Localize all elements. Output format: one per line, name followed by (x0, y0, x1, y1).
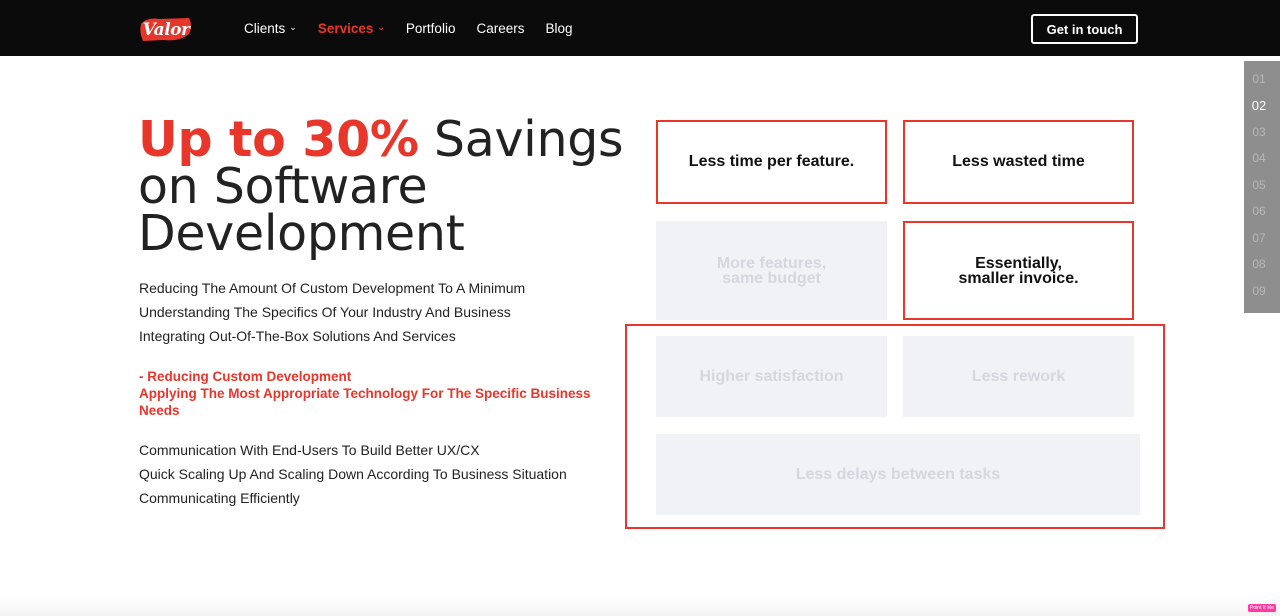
feature-card-less-rework: Less rework (903, 336, 1134, 417)
benefit-list-1: Reducing The Amount Of Custom Developmen… (139, 280, 525, 352)
pager-item-08[interactable]: 08 (1244, 257, 1274, 271)
feature-card-label: smaller invoice. (958, 269, 1079, 287)
feature-card-less-wasted-time: Less wasted time (903, 120, 1134, 204)
feature-card-label: More features, (716, 254, 827, 272)
feature-card-label: Less wasted time (952, 153, 1085, 170)
logo-text: Valor (142, 19, 190, 40)
list-item: Communication With End-Users To Build Be… (139, 442, 480, 458)
feature-card-label: Less rework (971, 367, 1066, 385)
nav-careers[interactable]: Careers (476, 21, 524, 36)
list-item: Reducing The Amount Of Custom Developmen… (139, 280, 526, 296)
highlighted-benefit-text: Applying The Most Appropriate Technology… (139, 386, 591, 418)
list-item: Quick Scaling Up And Scaling Down Accord… (139, 466, 567, 482)
get-in-touch-button[interactable]: Get in touch (1031, 14, 1138, 44)
feature-card-label: Essentially, (975, 254, 1062, 272)
valor-logo[interactable]: Valor (139, 16, 193, 43)
list-item: Communicating Efficiently (139, 490, 300, 506)
feature-card-higher-satisfaction: Higher satisfaction (656, 336, 887, 417)
benefit-list-2: Communication With End-Users To Build Be… (139, 442, 567, 514)
nav-portfolio-label: Portfolio (405, 21, 456, 36)
nav-services-label: Services (317, 21, 374, 36)
feature-card-smaller-invoice: Essentially, smaller invoice. (903, 221, 1134, 320)
list-item: Integrating Out-Of-The-Box Solutions And… (139, 328, 456, 344)
top-navigation-bar: Valor Clients ⌄ Services ⌄ Portfolio Car… (0, 0, 1280, 56)
main-nav: Clients ⌄ Services ⌄ Portfolio Careers B… (244, 21, 594, 36)
pager-item-06[interactable]: 06 (1244, 204, 1274, 218)
nav-blog-label: Blog (545, 21, 573, 36)
list-item: Understanding The Specifics Of Your Indu… (139, 304, 511, 320)
pager-item-05[interactable]: 05 (1244, 178, 1274, 192)
headline-part-3: Development (138, 205, 465, 262)
feedback-badge[interactable]: Point It Me (1248, 604, 1276, 612)
pager-item-03[interactable]: 03 (1244, 125, 1274, 139)
chevron-down-icon: ⌄ (289, 22, 297, 32)
section-pager: 01 02 03 04 05 06 07 08 09 (1244, 61, 1280, 313)
feature-card-more-features: More features, same budget (656, 221, 887, 320)
pager-item-02[interactable]: 02 (1244, 98, 1274, 113)
section-divider-shadow (0, 596, 1280, 616)
pager-item-01[interactable]: 01 (1244, 72, 1274, 86)
chevron-down-icon: ⌄ (377, 22, 385, 32)
feature-card-label: same budget (722, 269, 821, 287)
feature-card-label: Less time per feature. (688, 153, 855, 170)
nav-careers-label: Careers (476, 21, 525, 36)
feature-card-less-time: Less time per feature. (656, 120, 887, 204)
feature-card-less-delays: Less delays between tasks (656, 434, 1140, 515)
highlighted-benefit-title: - Reducing Custom Development (139, 369, 352, 384)
nav-blog[interactable]: Blog (545, 21, 572, 36)
nav-clients-label: Clients (244, 21, 286, 36)
headline-part-1: Savings (418, 111, 624, 168)
nav-portfolio[interactable]: Portfolio (406, 21, 456, 36)
page-title: Up to 30% Savings on Software Developmen… (138, 115, 638, 258)
highlighted-benefit: - Reducing Custom Development Applying T… (139, 368, 599, 419)
pager-item-04[interactable]: 04 (1244, 151, 1274, 165)
feature-card-label: Higher satisfaction (699, 367, 844, 385)
nav-clients[interactable]: Clients ⌄ (244, 21, 297, 36)
nav-services[interactable]: Services ⌄ (318, 21, 385, 36)
pager-item-09[interactable]: 09 (1244, 284, 1274, 298)
feature-card-label: Less delays between tasks (795, 465, 1001, 483)
pager-item-07[interactable]: 07 (1244, 231, 1274, 245)
